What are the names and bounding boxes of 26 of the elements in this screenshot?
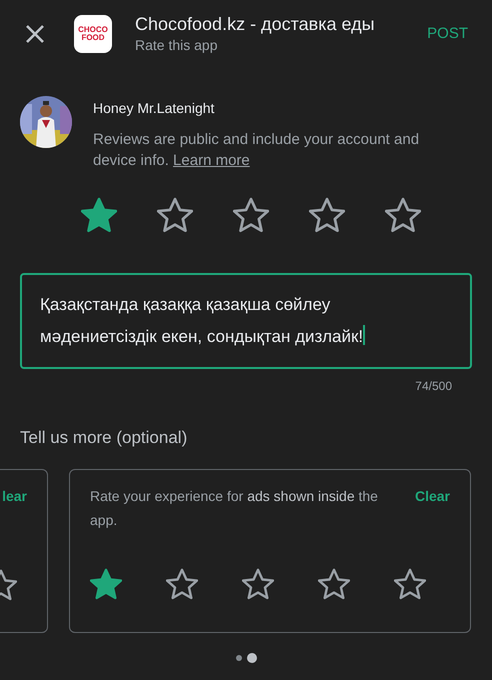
filled-star[interactable]	[90, 568, 122, 600]
filled-star[interactable]	[81, 197, 117, 233]
text-cursor	[363, 325, 366, 345]
review-field[interactable]: Қазақстанда қазаққа қазақша сөйлеу мәдениетсіздік екен, сондықтан дизлайк!	[20, 273, 472, 369]
empty-star[interactable]	[394, 568, 426, 600]
learn-more-link[interactable]: Learn more	[173, 152, 250, 169]
page-dot[interactable]	[236, 654, 242, 660]
empty-star[interactable]	[157, 197, 193, 233]
page-dot[interactable]	[246, 652, 256, 662]
empty-star[interactable]	[385, 197, 421, 233]
subtitle: Rate this app	[135, 36, 218, 55]
empty-star[interactable]	[233, 197, 269, 233]
clear-button[interactable]: Clear	[414, 484, 450, 508]
privacy-notice: Reviews are public and include your account and device info. Learn more	[93, 130, 420, 171]
empty-star[interactable]	[318, 568, 350, 600]
post-button[interactable]: POST	[423, 18, 472, 50]
character-counter: 74/500	[414, 378, 453, 395]
card-question: Rate your experience for ads shown inside the app.	[90, 486, 379, 530]
empty-star[interactable]	[166, 568, 198, 600]
app-title: Chocofood.kz - доставка еды	[135, 12, 376, 34]
section-title: Tell us more (optional)	[20, 427, 188, 449]
app-logo: CHOCO FOOD	[74, 15, 112, 53]
user-name: Honey Mr.Latenight	[93, 99, 216, 118]
empty-star[interactable]	[242, 568, 274, 600]
empty-star[interactable]	[309, 197, 345, 233]
clear-button[interactable]: lear	[2, 484, 27, 508]
